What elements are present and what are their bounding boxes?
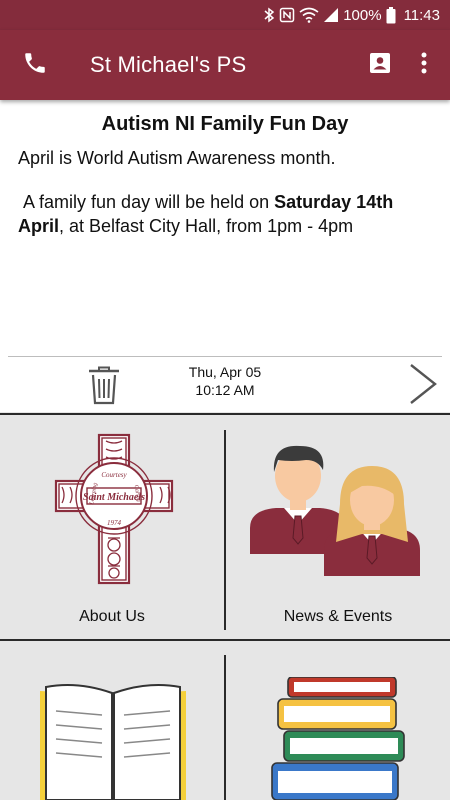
- notice-date: Thu, Apr 05: [188, 364, 262, 380]
- notice-paragraph: April is World Autism Awareness month.: [18, 148, 336, 168]
- nfc-icon: [279, 7, 295, 23]
- signal-icon: [323, 7, 339, 23]
- notice-timestamp: Thu, Apr 05 10:12 AM: [150, 363, 300, 399]
- contact-button[interactable]: [358, 30, 402, 100]
- parents-icon: [248, 438, 428, 581]
- more-vertical-icon: [420, 51, 428, 80]
- app-bar: St Michael's PS: [0, 30, 450, 100]
- notice-card: Autism NI Family Fun Day April is World …: [0, 100, 450, 412]
- phone-button[interactable]: [0, 30, 70, 100]
- status-bar: 100% 11:43: [0, 0, 450, 30]
- notice-text: A family fun day will be held on: [18, 192, 275, 212]
- school-crest-icon: Saint Michaels Courtesy Learning Caring …: [54, 433, 174, 590]
- crest-motto-top: Courtesy: [101, 471, 127, 479]
- chevron-right-icon: [405, 364, 441, 411]
- trash-icon: [86, 366, 122, 409]
- bluetooth-icon: [263, 7, 275, 23]
- about-us-label: About Us: [79, 608, 145, 625]
- notice-paragraph: A family fun day will be held on Saturda…: [0, 190, 450, 238]
- notice-headline: Autism NI Family Fun Day: [101, 113, 349, 135]
- crest-year: 1974: [107, 519, 122, 527]
- battery-percent: 100%: [343, 6, 382, 24]
- notice-footer: Thu, Apr 05 10:12 AM: [0, 357, 450, 412]
- overflow-menu-button[interactable]: [402, 30, 446, 100]
- delete-button[interactable]: [86, 365, 122, 405]
- book-stack-tile[interactable]: [226, 641, 450, 800]
- contact-card-icon: [368, 51, 392, 80]
- open-book-icon: [38, 681, 188, 800]
- news-events-label: News & Events: [283, 608, 393, 625]
- app-title: St Michael's PS: [90, 52, 247, 77]
- notice-text: , at Belfast City Hall, from 1pm - 4pm: [59, 216, 354, 236]
- about-us-tile[interactable]: Saint Michaels Courtesy Learning Caring …: [0, 415, 224, 639]
- news-events-tile[interactable]: News & Events: [226, 415, 450, 639]
- battery-icon: [386, 6, 396, 24]
- book-stack-icon: [270, 676, 410, 800]
- wifi-icon: [299, 7, 319, 23]
- notice-time: 10:12 AM: [195, 382, 255, 398]
- open-book-tile[interactable]: [0, 641, 224, 800]
- clock: 11:43: [403, 6, 440, 24]
- phone-icon: [22, 50, 48, 81]
- next-notice-button[interactable]: [405, 361, 441, 407]
